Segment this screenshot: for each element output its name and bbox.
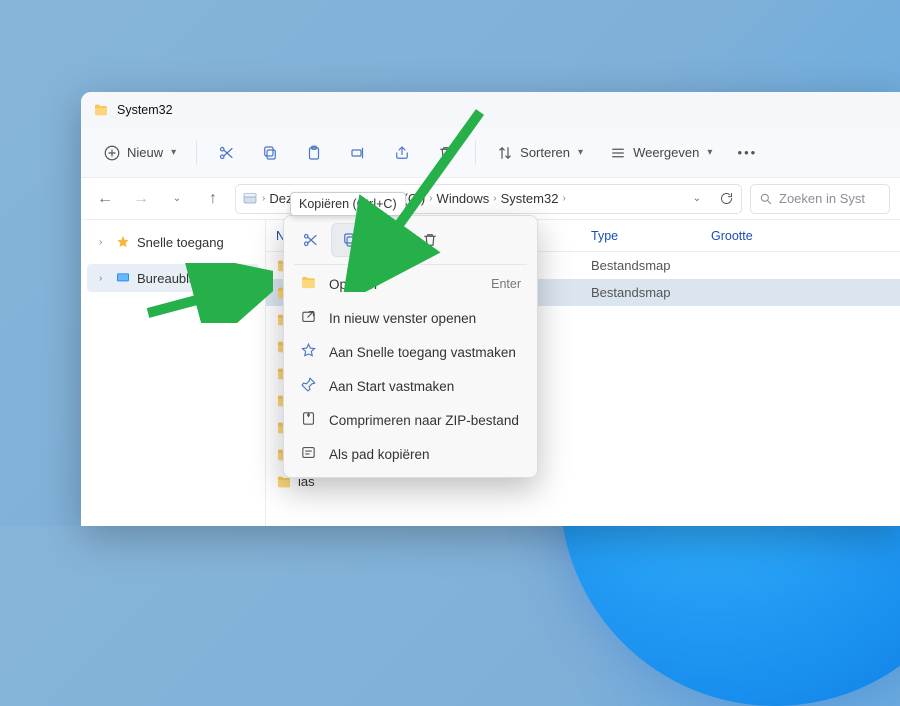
context-menu-label: Aan Start vastmaken bbox=[329, 379, 454, 394]
col-size[interactable]: Grootte bbox=[711, 229, 791, 243]
desktop-icon bbox=[115, 270, 131, 286]
file-type: Bestandsmap bbox=[591, 285, 711, 300]
newwin-icon bbox=[300, 308, 317, 328]
view-icon bbox=[609, 144, 627, 162]
sort-icon bbox=[496, 144, 514, 162]
context-menu-item[interactable]: Comprimeren naar ZIP-bestand bbox=[290, 403, 531, 437]
paste-icon bbox=[305, 144, 323, 162]
context-menu-label: Aan Snelle toegang vastmaken bbox=[329, 345, 516, 360]
zip-icon bbox=[300, 410, 317, 430]
file-type: Bestandsmap bbox=[591, 258, 711, 273]
ctx-cut-button[interactable] bbox=[292, 224, 328, 256]
toolbar: Nieuw ▾ Sorteren ▾ Weergeven ▾ ••• bbox=[81, 128, 900, 178]
address-bar: ← → ⌄ ↑ › Deze pc› Lokale schijf (C:)› W… bbox=[81, 178, 900, 220]
star-icon bbox=[115, 234, 131, 250]
share-button[interactable] bbox=[383, 136, 421, 170]
recent-button[interactable]: ⌄ bbox=[163, 185, 191, 213]
star-icon bbox=[300, 342, 317, 362]
ellipsis-icon: ••• bbox=[738, 144, 756, 162]
separator bbox=[196, 141, 197, 165]
cut-button[interactable] bbox=[207, 136, 245, 170]
rename-icon bbox=[349, 144, 367, 162]
context-menu-item[interactable]: Aan Snelle toegang vastmaken bbox=[290, 335, 531, 369]
context-menu-quick-actions bbox=[290, 222, 531, 262]
sort-button[interactable]: Sorteren ▾ bbox=[486, 136, 593, 170]
shortcut: Enter bbox=[491, 277, 521, 291]
pin-icon bbox=[300, 376, 317, 396]
view-button[interactable]: Weergeven ▾ bbox=[599, 136, 722, 170]
chevron-down-icon: ▾ bbox=[707, 147, 712, 158]
back-button[interactable]: ← bbox=[91, 185, 119, 213]
rename-button[interactable] bbox=[339, 136, 377, 170]
drive-icon bbox=[242, 191, 258, 207]
chevron-down-icon: ▾ bbox=[171, 147, 176, 158]
plus-circle-icon bbox=[103, 144, 121, 162]
context-menu-label: Als pad kopiëren bbox=[329, 447, 430, 462]
context-menu-label: Comprimeren naar ZIP-bestand bbox=[329, 413, 519, 428]
col-type[interactable]: Type bbox=[591, 229, 711, 243]
chevron-right-icon: › bbox=[99, 273, 109, 284]
chevron-right-icon: › bbox=[99, 237, 109, 248]
paste-button[interactable] bbox=[295, 136, 333, 170]
crumb[interactable]: Windows› bbox=[437, 191, 497, 206]
context-menu: Openen Enter In nieuw venster openen Aan Sn… bbox=[283, 215, 538, 478]
chevron-right-icon: › bbox=[262, 193, 265, 204]
context-menu-item[interactable]: Als pad kopiëren bbox=[290, 437, 531, 471]
new-button[interactable]: Nieuw ▾ bbox=[93, 136, 186, 170]
open-icon bbox=[300, 274, 317, 294]
trash-icon bbox=[437, 144, 455, 162]
context-menu-label: Openen bbox=[329, 277, 377, 292]
chevron-down-icon: ▾ bbox=[578, 147, 583, 158]
context-menu-item[interactable]: Aan Start vastmaken bbox=[290, 369, 531, 403]
window-title: System32 bbox=[117, 103, 173, 117]
path-icon bbox=[300, 444, 317, 464]
separator bbox=[475, 141, 476, 165]
up-button[interactable]: ↑ bbox=[199, 185, 227, 213]
tooltip-copy: Kopiëren (Ctrl+C) bbox=[290, 192, 406, 216]
copy-button[interactable] bbox=[251, 136, 289, 170]
share-icon bbox=[393, 144, 411, 162]
separator bbox=[294, 264, 527, 265]
chevron-down-icon[interactable]: ⌄ bbox=[693, 193, 701, 204]
ctx-copy-button[interactable] bbox=[332, 224, 368, 256]
scissors-icon bbox=[217, 144, 235, 162]
search-input[interactable]: Zoeken in Syst bbox=[750, 184, 890, 214]
ctx-delete-button[interactable] bbox=[412, 224, 448, 256]
titlebar: System32 bbox=[81, 92, 900, 128]
copy-icon bbox=[261, 144, 279, 162]
ctx-rename-button[interactable] bbox=[372, 224, 408, 256]
context-menu-label: In nieuw venster openen bbox=[329, 311, 476, 326]
search-icon bbox=[759, 192, 773, 206]
sidebar-item-desktop[interactable]: › Bureaublad bbox=[87, 264, 259, 292]
sidebar: › Snelle toegang › Bureaublad bbox=[81, 220, 266, 526]
more-button[interactable]: ••• bbox=[728, 136, 766, 170]
context-menu-item[interactable]: In nieuw venster openen bbox=[290, 301, 531, 335]
sidebar-item-quick-access[interactable]: › Snelle toegang bbox=[81, 228, 265, 256]
delete-button[interactable] bbox=[427, 136, 465, 170]
crumb[interactable]: System32› bbox=[501, 191, 566, 206]
refresh-icon[interactable] bbox=[717, 190, 735, 208]
context-menu-item[interactable]: Openen Enter bbox=[290, 267, 531, 301]
forward-button[interactable]: → bbox=[127, 185, 155, 213]
folder-icon bbox=[93, 102, 109, 118]
